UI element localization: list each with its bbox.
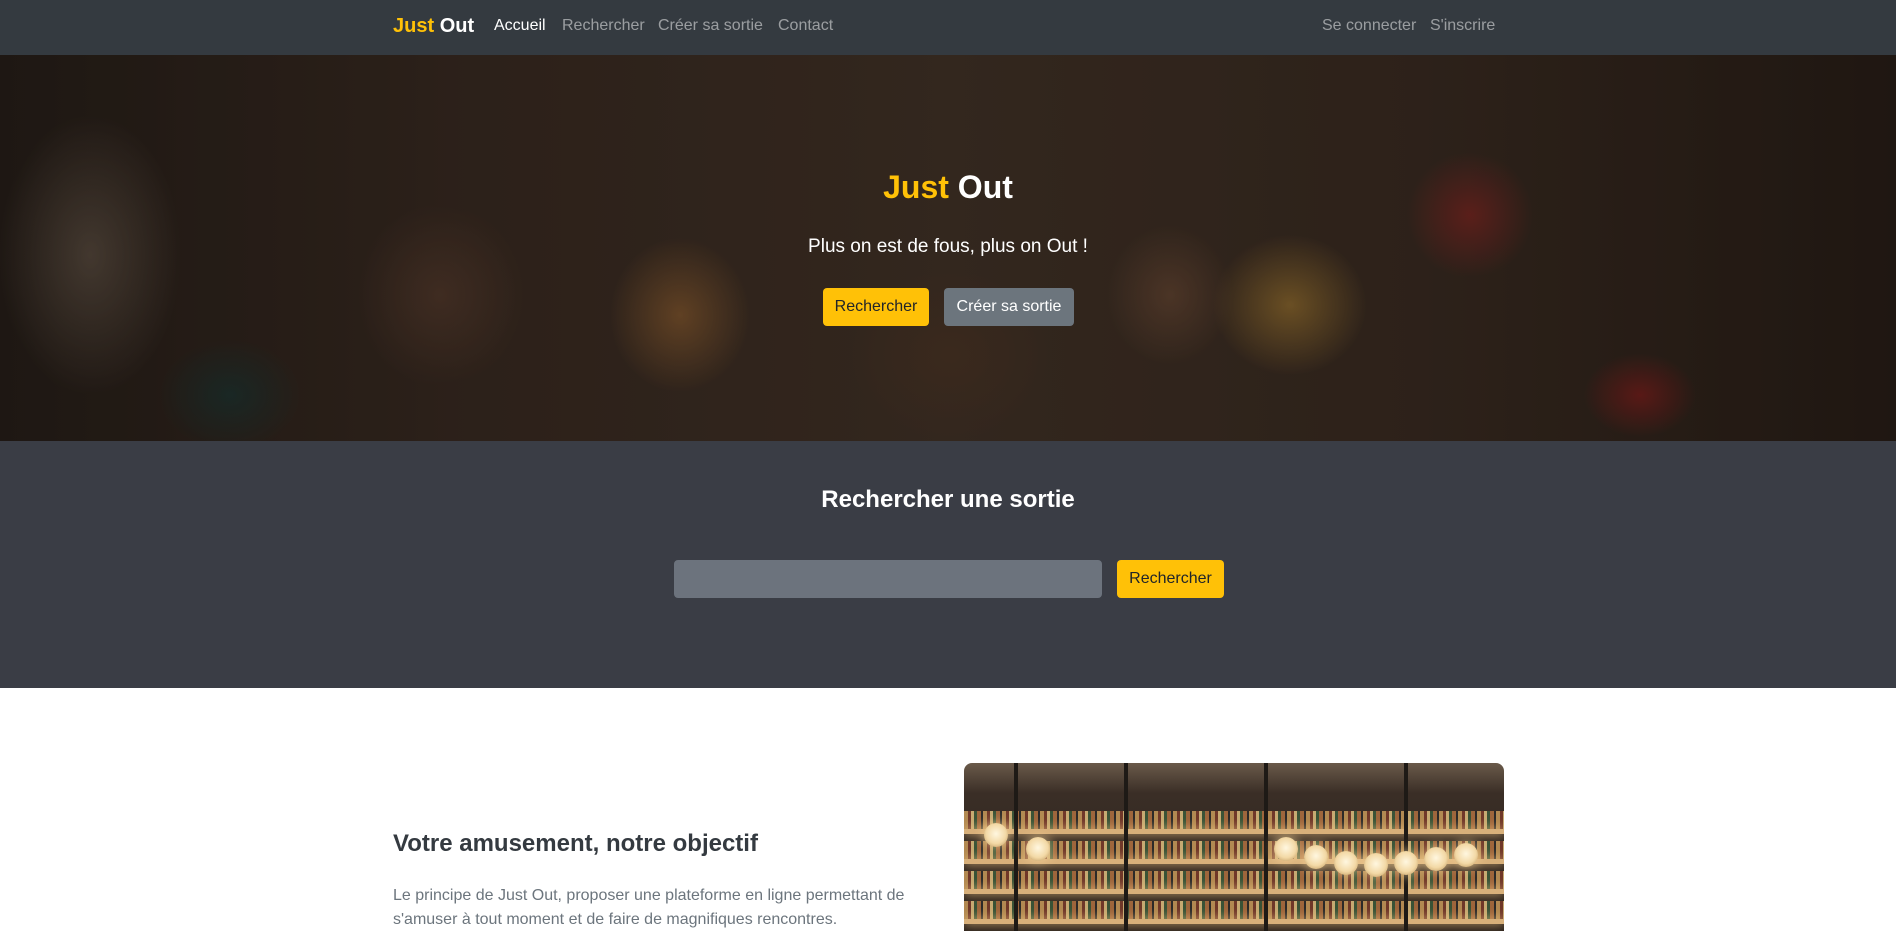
brand-just: Just (393, 15, 435, 37)
nav-link-accueil[interactable]: Accueil (494, 17, 546, 35)
about-text: Le principe de Just Out, proposer une pl… (393, 887, 905, 928)
hero-search-button[interactable]: Rechercher (823, 288, 929, 326)
bar-photo (964, 763, 1504, 931)
search-input[interactable] (674, 560, 1102, 598)
hero-create-outing-button[interactable]: Créer sa sortie (944, 288, 1074, 326)
hero-title: Just Out (0, 169, 1896, 206)
search-section: Rechercher une sortie Rechercher (0, 441, 1896, 688)
hero-banner: Just Out Plus on est de fous, plus on Ou… (0, 55, 1896, 441)
hero-title-just: Just (883, 169, 949, 205)
brand-out: Out (439, 15, 475, 37)
search-section-title: Rechercher une sortie (821, 486, 1075, 513)
search-submit-button[interactable]: Rechercher (1117, 560, 1224, 598)
nav-link-creer-sortie[interactable]: Créer sa sortie (658, 17, 763, 35)
nav-link-se-connecter[interactable]: Se connecter (1322, 17, 1416, 35)
nav-link-contact[interactable]: Contact (778, 17, 833, 35)
hero-subtitle: Plus on est de fous, plus on Out ! (808, 236, 1088, 257)
about-title: Votre amusement, notre objectif (393, 830, 758, 857)
nav-link-s-inscrire[interactable]: S'inscrire (1430, 17, 1495, 35)
top-navbar: Just Out Accueil Rechercher Créer sa sor… (0, 0, 1896, 55)
nav-link-rechercher[interactable]: Rechercher (562, 17, 645, 35)
hero-title-out: Out (957, 169, 1013, 205)
brand-logo[interactable]: Just Out (393, 15, 474, 38)
